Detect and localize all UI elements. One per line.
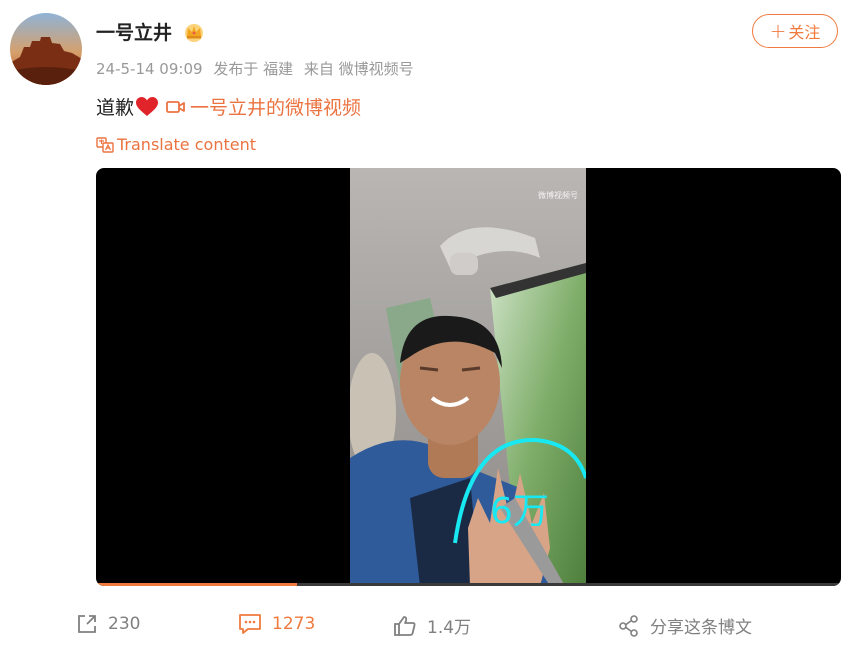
post-body: 道歉	[96, 97, 135, 119]
video-link-label: 一号立井的微博视频	[190, 97, 362, 119]
comment-button[interactable]: 1273	[238, 613, 315, 635]
post-text: 道歉 一号立井的微博视频	[96, 93, 361, 120]
follow-button[interactable]: + 关注	[752, 14, 838, 48]
translate-icon	[96, 136, 114, 153]
translate-button[interactable]: Translate content	[96, 135, 256, 154]
video-camera-icon	[166, 100, 185, 113]
crown-icon	[185, 24, 203, 42]
post-meta: 24-5-14 09:09 发布于 福建 来自 微博视频号	[96, 58, 420, 79]
video-watermark: 微博视频号	[538, 190, 578, 200]
post-time[interactable]: 24-5-14 09:09	[96, 60, 203, 78]
share-button[interactable]: 230	[76, 613, 140, 635]
thumbs-up-icon	[394, 615, 416, 636]
video-frame: 6万 微博视频号	[350, 168, 586, 586]
like-count: 1.4万	[427, 618, 472, 638]
share-nodes-icon	[619, 614, 638, 637]
video-progress-bar[interactable]	[96, 583, 841, 586]
translate-label: Translate content	[117, 135, 256, 154]
share-count: 230	[108, 614, 141, 634]
like-button[interactable]: 1.4万	[393, 613, 471, 638]
post-location: 发布于 福建	[213, 60, 294, 78]
share-to-label: 分享这条博文	[650, 618, 752, 638]
video-thumbnail: 6万 微博视频号	[350, 168, 586, 586]
avatar-image	[10, 13, 82, 85]
plus-icon: +	[769, 19, 787, 43]
comment-icon	[239, 614, 261, 634]
post-source[interactable]: 来自 微博视频号	[304, 60, 414, 78]
action-bar: 230 1273 1.4万 分享这条博文	[0, 605, 843, 649]
comment-count: 1273	[272, 614, 316, 634]
share-to-button[interactable]: 分享这条博文	[618, 613, 752, 638]
share-icon	[78, 615, 96, 633]
video-link[interactable]: 一号立井的微博视频	[166, 93, 361, 120]
handwriting-overlay: 6万	[490, 491, 549, 532]
username[interactable]: 一号立井	[96, 18, 172, 45]
video-progress-fill	[96, 583, 298, 586]
video-player[interactable]: 6万 微博视频号	[96, 168, 841, 586]
heart-emoji-icon	[136, 96, 159, 116]
follow-label: 关注	[788, 23, 821, 42]
avatar[interactable]	[10, 13, 82, 85]
